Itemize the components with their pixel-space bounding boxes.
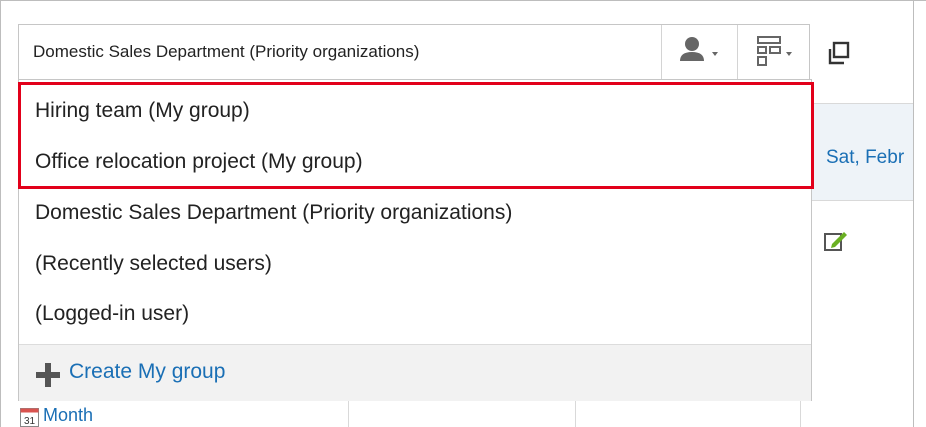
person-dropdown-icon: [680, 37, 718, 61]
dropdown-item-recent-users[interactable]: (Recently selected users): [35, 252, 272, 276]
plus-icon: [36, 363, 60, 387]
dropdown-footer: Create My group: [19, 344, 811, 401]
date-header-link[interactable]: Sat, Febr: [826, 147, 904, 169]
dropdown-item-hiring-team[interactable]: Hiring team (My group): [35, 99, 250, 123]
dropdown-item-domestic-sales[interactable]: Domestic Sales Department (Priority orga…: [35, 201, 512, 225]
new-window-icon[interactable]: [826, 40, 852, 66]
month-view-link[interactable]: Month: [43, 405, 93, 426]
org-select-button[interactable]: [738, 25, 810, 79]
dropdown-item-logged-in-user[interactable]: (Logged-in user): [35, 302, 189, 326]
calendar-frame-top: [0, 0, 926, 1]
group-select[interactable]: Domestic Sales Department (Priority orga…: [18, 24, 810, 80]
grid-line: [812, 200, 913, 201]
calendar-frame-right: [913, 0, 914, 427]
calendar-icon: 31: [20, 408, 39, 427]
group-dropdown-list: Hiring team (My group) Office relocation…: [18, 79, 814, 401]
org-chart-dropdown-icon: [757, 36, 792, 66]
calendar-frame-left: [0, 0, 1, 427]
grid-line: [812, 103, 913, 104]
edit-icon[interactable]: [823, 229, 849, 253]
dropdown-item-office-relocation[interactable]: Office relocation project (My group): [35, 150, 363, 174]
calendar-icon-day: 31: [24, 416, 36, 427]
group-select-value: Domestic Sales Department (Priority orga…: [33, 42, 420, 61]
create-my-group-link[interactable]: Create My group: [69, 360, 225, 384]
user-select-button[interactable]: [662, 25, 737, 79]
